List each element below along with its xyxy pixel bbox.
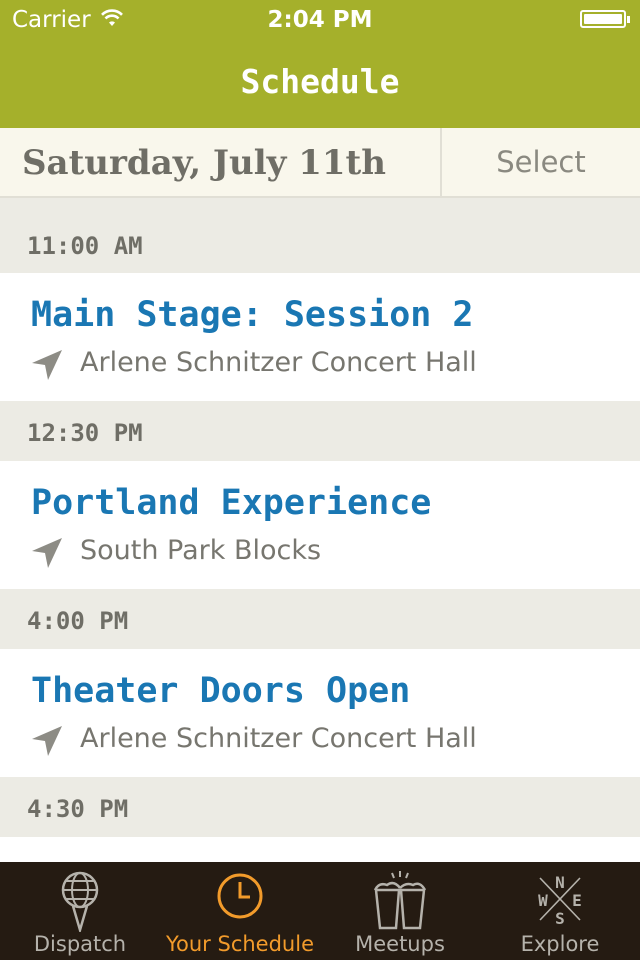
select-button[interactable]: Select (442, 128, 640, 196)
tab-bar: Dispatch Your Schedule Meetups N W E S E… (0, 862, 640, 960)
battery-icon (580, 10, 630, 28)
event-venue: Arlene Schnitzer Concert Hall (80, 723, 477, 754)
tab-label: Meetups (355, 932, 445, 956)
tab-label: Explore (520, 932, 600, 956)
time-header-label: 12:30 PM (27, 419, 143, 447)
cups-icon (373, 871, 427, 930)
tab-dispatch[interactable]: Dispatch (0, 862, 160, 960)
location-arrow-icon (32, 350, 62, 380)
svg-text:E: E (572, 891, 582, 910)
svg-text:W: W (538, 891, 548, 910)
tab-label: Dispatch (33, 932, 127, 956)
tab-label: Your Schedule (165, 932, 314, 956)
time-header-label: 11:00 AM (27, 232, 143, 260)
clock-icon (217, 873, 263, 919)
event-title[interactable]: Main Stage: Session 2 (31, 295, 474, 335)
time-header: 4:30 PM (0, 777, 640, 837)
tab-meetups[interactable]: Meetups (320, 862, 480, 960)
time-header-label: 4:00 PM (27, 607, 129, 635)
schedule-list: 11:00 AM Main Stage: Session 2 Arlene Sc… (0, 198, 640, 965)
svg-text:S: S (555, 909, 565, 928)
event-venue: Arlene Schnitzer Concert Hall (80, 347, 477, 378)
time-header: 11:00 AM (0, 198, 640, 273)
page-title: Schedule (240, 62, 400, 101)
svg-text:N: N (555, 873, 565, 892)
status-bar: Carrier 2:04 PM (0, 0, 640, 40)
location-arrow-icon (32, 538, 62, 568)
event-title[interactable]: Theater Doors Open (31, 671, 410, 711)
status-time: 2:04 PM (267, 7, 373, 33)
tab-explore[interactable]: N W E S Explore (480, 862, 640, 960)
event-title[interactable]: Portland Experience (31, 483, 431, 523)
time-header: 12:30 PM (0, 401, 640, 461)
globe-pin-icon (61, 871, 99, 932)
location-arrow-icon (32, 726, 62, 756)
time-header: 4:00 PM (0, 589, 640, 649)
nav-bar: Carrier 2:04 PM Schedule (0, 0, 640, 128)
date-bar: Saturday, July 11th Select (0, 128, 640, 198)
schedule-item[interactable]: Portland Experience South Park Blocks (0, 461, 640, 589)
schedule-item[interactable]: Theater Doors Open Arlene Schnitzer Conc… (0, 649, 640, 777)
compass-icon: N W E S (538, 873, 582, 928)
time-header-label: 4:30 PM (27, 795, 129, 823)
schedule-item[interactable]: Main Stage: Session 2 Arlene Schnitzer C… (0, 273, 640, 401)
event-venue: South Park Blocks (80, 535, 322, 566)
tab-your-schedule[interactable]: Your Schedule (160, 862, 320, 960)
date-label[interactable]: Saturday, July 11th (22, 143, 386, 183)
